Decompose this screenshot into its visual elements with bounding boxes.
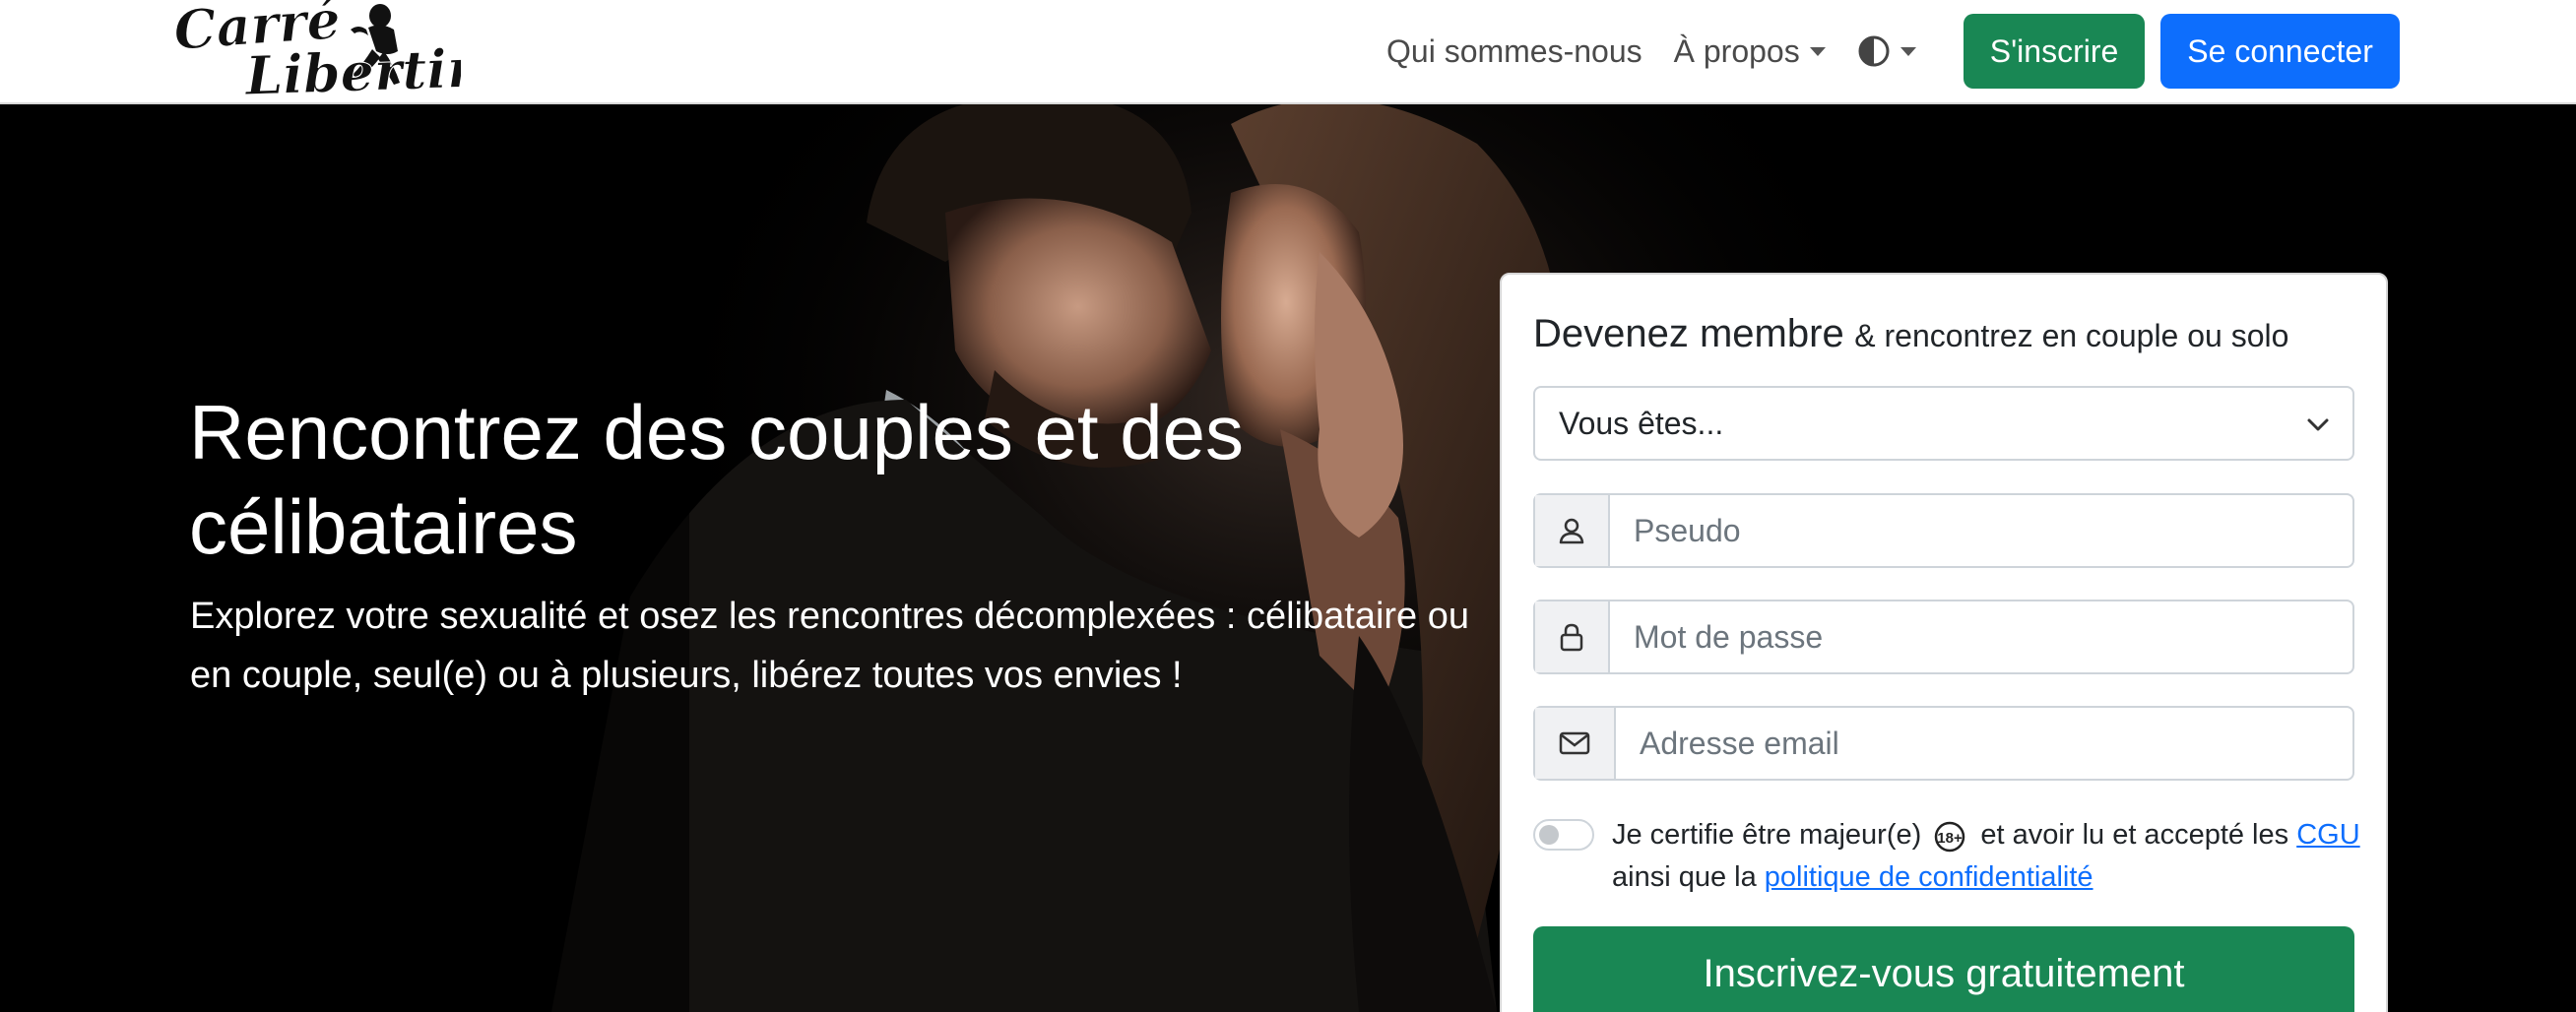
cgu-link[interactable]: CGU [2296, 819, 2359, 851]
caret-down-icon [1900, 46, 1916, 56]
age-18-plus-icon: 18+ [1935, 822, 1965, 853]
pseudo-addon [1535, 495, 1610, 566]
age-badge-text: 18+ [1938, 830, 1964, 847]
password-addon [1535, 601, 1610, 672]
consent-text-3: ainsi que la [1612, 861, 1757, 893]
register-free-button-label: Inscrivez-vous gratuitement [1703, 951, 2185, 995]
register-free-button[interactable]: Inscrivez-vous gratuitement [1533, 926, 2354, 1012]
hero-title: Rencontrez des couples et des célibatair… [189, 389, 1244, 570]
logo-text-libertin: Libertin [242, 36, 461, 102]
half-circle-icon [1858, 35, 1890, 67]
email-input-group [1533, 706, 2354, 781]
switch-knob [1539, 825, 1559, 845]
email-input[interactable] [1616, 708, 2352, 779]
nav-apropos-label: À propos [1673, 32, 1800, 69]
hero-subtitle: Explorez votre sexualité et osez les ren… [190, 596, 1470, 696]
signup-button[interactable]: S'inscrire [1963, 14, 2146, 89]
card-title: Devenez membre & rencontrez en couple ou… [1533, 312, 2288, 356]
user-icon [1559, 518, 1584, 544]
caret-down-icon [1809, 46, 1826, 56]
signup-button-label: S'inscrire [1989, 32, 2119, 69]
password-input-group [1533, 600, 2354, 674]
profile-type-select-value: Vous êtes... [1559, 405, 1724, 441]
nav-qui-sommes-nous[interactable]: Qui sommes-nous [1386, 33, 1642, 70]
chevron-down-icon [2307, 418, 2329, 431]
envelope-icon [1559, 731, 1590, 755]
login-button-label: Se connecter [2187, 32, 2373, 69]
privacy-policy-link[interactable]: politique de confidentialité [1765, 861, 2093, 893]
lock-icon [1560, 623, 1583, 652]
hero-section: Rencontrez des couples et des célibatair… [0, 104, 2576, 1012]
consent-text-1: Je certifie être majeur(e) [1612, 819, 1922, 851]
pseudo-input[interactable] [1610, 495, 2352, 566]
consent-text-2: et avoir lu et accepté les [1980, 819, 2289, 851]
password-input[interactable] [1610, 601, 2352, 672]
login-button[interactable]: Se connecter [2160, 14, 2400, 89]
site-logo[interactable]: Carré Libertin [165, 0, 487, 108]
consent-text: Je certifie être majeur(e) 18+ et avoir … [1612, 814, 2360, 899]
pseudo-input-group [1533, 493, 2354, 568]
card-title-rest: & rencontrez en couple ou solo [1854, 318, 2289, 353]
consent-toggle-switch[interactable] [1533, 819, 1594, 851]
profile-type-select[interactable]: Vous êtes... [1533, 386, 2354, 461]
email-addon [1535, 708, 1616, 779]
nav-qui-sommes-nous-label: Qui sommes-nous [1386, 32, 1642, 69]
signup-card: Devenez membre & rencontrez en couple ou… [1500, 273, 2388, 1012]
card-title-main: Devenez membre [1533, 312, 1844, 355]
nav-apropos-dropdown[interactable]: À propos [1674, 33, 1826, 70]
theme-toggle-dropdown[interactable] [1857, 34, 1916, 68]
navbar: Carré Libertin Qui sommes-nous À propos … [0, 0, 2576, 108]
